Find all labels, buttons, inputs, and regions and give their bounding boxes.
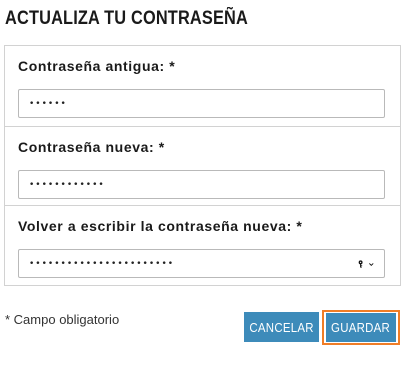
old-password-input[interactable] — [18, 89, 385, 118]
cancel-button-label: CANCELAR — [249, 319, 314, 335]
confirm-password-section: Volver a escribir la contraseña nueva: * — [5, 206, 400, 286]
old-password-label: Contraseña antigua: * — [18, 58, 176, 74]
password-form: Contraseña antigua: * Contraseña nueva: … — [4, 45, 401, 286]
new-password-section: Contraseña nueva: * — [5, 127, 400, 206]
confirm-password-input[interactable] — [18, 249, 385, 278]
cancel-button[interactable]: CANCELAR — [244, 312, 319, 342]
save-button-label: GUARDAR — [331, 320, 391, 335]
new-password-input[interactable] — [18, 170, 385, 199]
required-field-note: * Campo obligatorio — [5, 312, 120, 327]
page-title: ACTUALIZA TU CONTRASEÑA — [5, 8, 248, 29]
new-password-label: Contraseña nueva: * — [18, 139, 165, 155]
confirm-password-label: Volver a escribir la contraseña nueva: * — [18, 218, 303, 234]
password-manager-button[interactable] — [358, 258, 374, 270]
chevron-down-icon — [369, 262, 374, 266]
old-password-section: Contraseña antigua: * — [5, 46, 400, 127]
key-icon — [358, 260, 363, 268]
save-button[interactable]: GUARDAR — [326, 313, 396, 342]
